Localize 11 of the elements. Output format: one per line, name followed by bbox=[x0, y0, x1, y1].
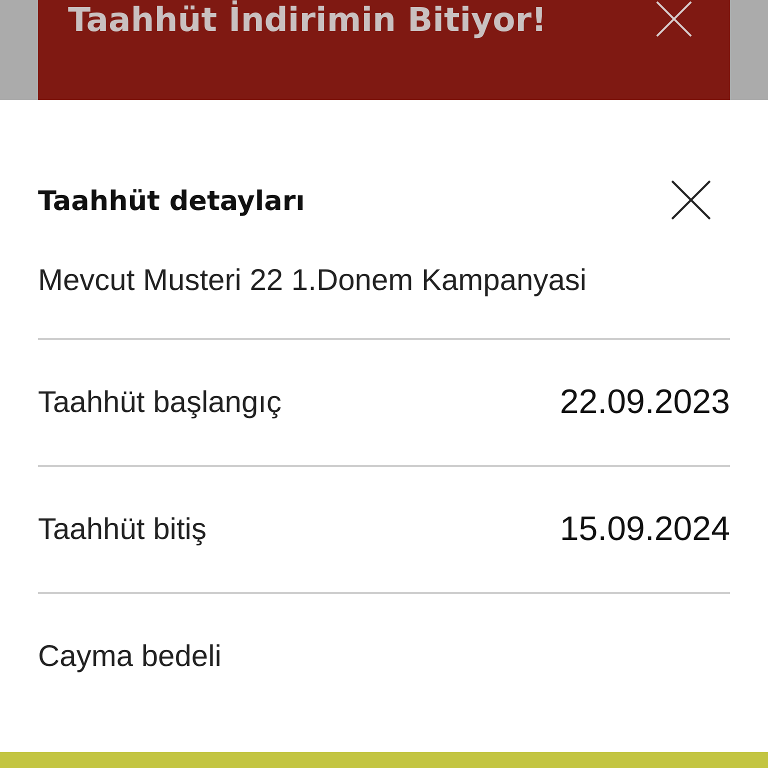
close-icon bbox=[655, 0, 693, 38]
banner-close-button[interactable] bbox=[654, 0, 694, 34]
close-icon bbox=[670, 178, 712, 220]
detail-label: Taahhüt başlangıç bbox=[38, 386, 282, 420]
campaign-name: Mevcut Musteri 22 1.Donem Kampanyasi bbox=[38, 264, 730, 340]
detail-value: 22.09.2023 bbox=[560, 383, 730, 422]
detail-label: Taahhüt bitiş bbox=[38, 512, 206, 546]
sheet-title: Taahhüt detayları bbox=[38, 186, 305, 216]
detail-label: Cayma bedeli bbox=[38, 640, 222, 674]
banner-title: Taahhüt İndirimin Bitiyor! bbox=[68, 0, 547, 40]
detail-value: 15.09.2024 bbox=[560, 510, 730, 549]
